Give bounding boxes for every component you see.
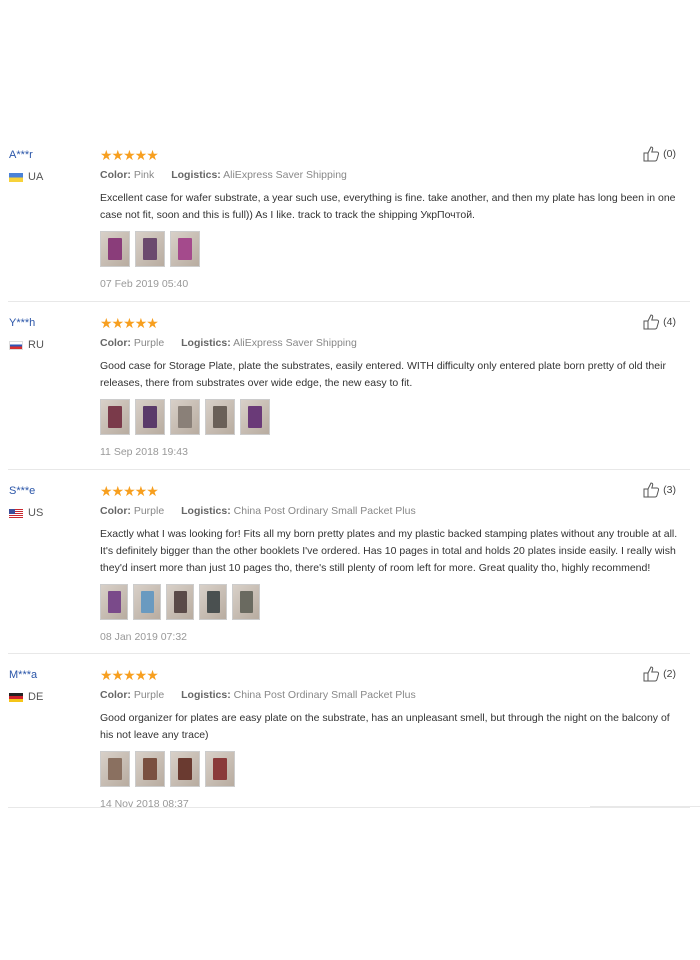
star-rating: ★★★★★ xyxy=(100,315,159,331)
color-label: Color: xyxy=(100,337,131,349)
order-info: Color: Purple Logistics: China Post Ordi… xyxy=(100,688,690,702)
review-item: A***r UA ★★★★★ Color: Pink Logistics: Al… xyxy=(0,146,690,302)
review-photo-thumbnail[interactable] xyxy=(199,584,227,620)
reviewer-name[interactable]: Y***h xyxy=(9,316,89,330)
star-rating: ★★★★★ xyxy=(100,667,159,683)
review-date: 11 Sep 2018 19:43 xyxy=(100,446,188,458)
list-end-divider xyxy=(590,806,700,807)
logistics-value: AliExpress Saver Shipping xyxy=(223,169,347,181)
review-divider xyxy=(8,807,690,808)
review-photo-thumbnail[interactable] xyxy=(166,584,194,620)
helpful-button[interactable]: (3) xyxy=(643,482,676,498)
reviewer-info: M***a DE xyxy=(9,668,89,703)
thumbs-up-icon xyxy=(643,666,660,682)
reviewer-name[interactable]: A***r xyxy=(9,148,89,162)
country-flag-icon xyxy=(9,692,23,702)
reviewer-name[interactable]: S***e xyxy=(9,484,89,498)
review-photo-thumbnail[interactable] xyxy=(133,584,161,620)
star-rating: ★★★★★ xyxy=(100,147,159,163)
review-photos xyxy=(100,231,690,267)
review-photo-thumbnail[interactable] xyxy=(232,584,260,620)
helpful-button[interactable]: (2) xyxy=(643,666,676,682)
review-photo-thumbnail[interactable] xyxy=(135,751,165,787)
thumbs-up-icon xyxy=(643,314,660,330)
review-date: 14 Nov 2018 08:37 xyxy=(100,798,189,810)
review-photo-thumbnail[interactable] xyxy=(100,399,130,435)
review-photo-thumbnail[interactable] xyxy=(240,399,270,435)
review-photo-thumbnail[interactable] xyxy=(205,751,235,787)
order-info: Color: Pink Logistics: AliExpress Saver … xyxy=(100,168,690,182)
review-photo-thumbnail[interactable] xyxy=(170,399,200,435)
reviewer-info: S***e US xyxy=(9,484,89,519)
review-photos xyxy=(100,751,690,787)
review-photos xyxy=(100,584,690,620)
country-flag-icon xyxy=(9,508,23,518)
reviewer-country: UA xyxy=(9,171,89,183)
review-text: Good organizer for plates are easy plate… xyxy=(100,712,670,741)
review-photo-thumbnail[interactable] xyxy=(135,399,165,435)
order-info: Color: Purple Logistics: AliExpress Save… xyxy=(100,336,690,350)
color-value: Purple xyxy=(133,505,165,517)
helpful-count: (0) xyxy=(663,148,676,160)
reviewer-country: RU xyxy=(9,339,89,351)
logistics-value: China Post Ordinary Small Packet Plus xyxy=(233,505,416,517)
logistics-label: Logistics: xyxy=(181,505,231,517)
review-divider xyxy=(8,653,690,654)
color-value: Purple xyxy=(133,337,165,349)
review-content: ★★★★★ Color: Purple Logistics: China Pos… xyxy=(100,484,690,644)
review-photo-thumbnail[interactable] xyxy=(205,399,235,435)
star-rating: ★★★★★ xyxy=(100,483,159,499)
color-value: Purple xyxy=(133,689,165,701)
logistics-value: China Post Ordinary Small Packet Plus xyxy=(233,689,416,701)
review-photos xyxy=(100,399,690,435)
helpful-button[interactable]: (0) xyxy=(643,146,676,162)
helpful-count: (2) xyxy=(663,668,676,680)
thumbs-up-icon xyxy=(643,482,660,498)
helpful-button[interactable]: (4) xyxy=(643,314,676,330)
country-code: US xyxy=(28,507,44,519)
review-photo-thumbnail[interactable] xyxy=(135,231,165,267)
logistics-label: Logistics: xyxy=(171,169,221,181)
helpful-count: (4) xyxy=(663,316,676,328)
country-flag-icon xyxy=(9,340,23,350)
color-label: Color: xyxy=(100,689,131,701)
review-divider xyxy=(8,301,690,302)
helpful-count: (3) xyxy=(663,484,676,496)
review-text: Exactly what I was looking for! Fits all… xyxy=(100,528,678,574)
review-divider xyxy=(8,469,690,470)
country-code: UA xyxy=(28,171,44,183)
color-label: Color: xyxy=(100,169,131,181)
review-content: ★★★★★ Color: Purple Logistics: AliExpres… xyxy=(100,316,690,459)
reviewer-info: Y***h RU xyxy=(9,316,89,351)
thumbs-up-icon xyxy=(643,146,660,162)
review-item: Y***h RU ★★★★★ Color: Purple Logistics: … xyxy=(0,314,690,470)
review-photo-thumbnail[interactable] xyxy=(100,584,128,620)
review-photo-thumbnail[interactable] xyxy=(100,231,130,267)
color-value: Pink xyxy=(133,169,155,181)
logistics-value: AliExpress Saver Shipping xyxy=(233,337,357,349)
review-text: Excellent case for wafer substrate, a ye… xyxy=(100,192,676,221)
review-photo-thumbnail[interactable] xyxy=(170,751,200,787)
country-flag-icon xyxy=(9,172,23,182)
order-info: Color: Purple Logistics: China Post Ordi… xyxy=(100,504,690,518)
logistics-label: Logistics: xyxy=(181,689,231,701)
reviewer-country: DE xyxy=(9,691,89,703)
reviewer-info: A***r UA xyxy=(9,148,89,183)
logistics-label: Logistics: xyxy=(181,337,231,349)
review-date: 07 Feb 2019 05:40 xyxy=(100,278,189,290)
review-item: M***a DE ★★★★★ Color: Purple Logistics: … xyxy=(0,666,690,811)
country-code: DE xyxy=(28,691,44,703)
review-date: 08 Jan 2019 07:32 xyxy=(100,631,187,643)
reviewer-name[interactable]: M***a xyxy=(9,668,89,682)
review-photo-thumbnail[interactable] xyxy=(170,231,200,267)
review-content: ★★★★★ Color: Purple Logistics: China Pos… xyxy=(100,668,690,811)
review-photo-thumbnail[interactable] xyxy=(100,751,130,787)
country-code: RU xyxy=(28,339,44,351)
review-text: Good case for Storage Plate, plate the s… xyxy=(100,360,666,389)
reviewer-country: US xyxy=(9,507,89,519)
color-label: Color: xyxy=(100,505,131,517)
review-content: ★★★★★ Color: Pink Logistics: AliExpress … xyxy=(100,148,690,291)
review-item: S***e US ★★★★★ Color: Purple Logistics: … xyxy=(0,482,690,654)
